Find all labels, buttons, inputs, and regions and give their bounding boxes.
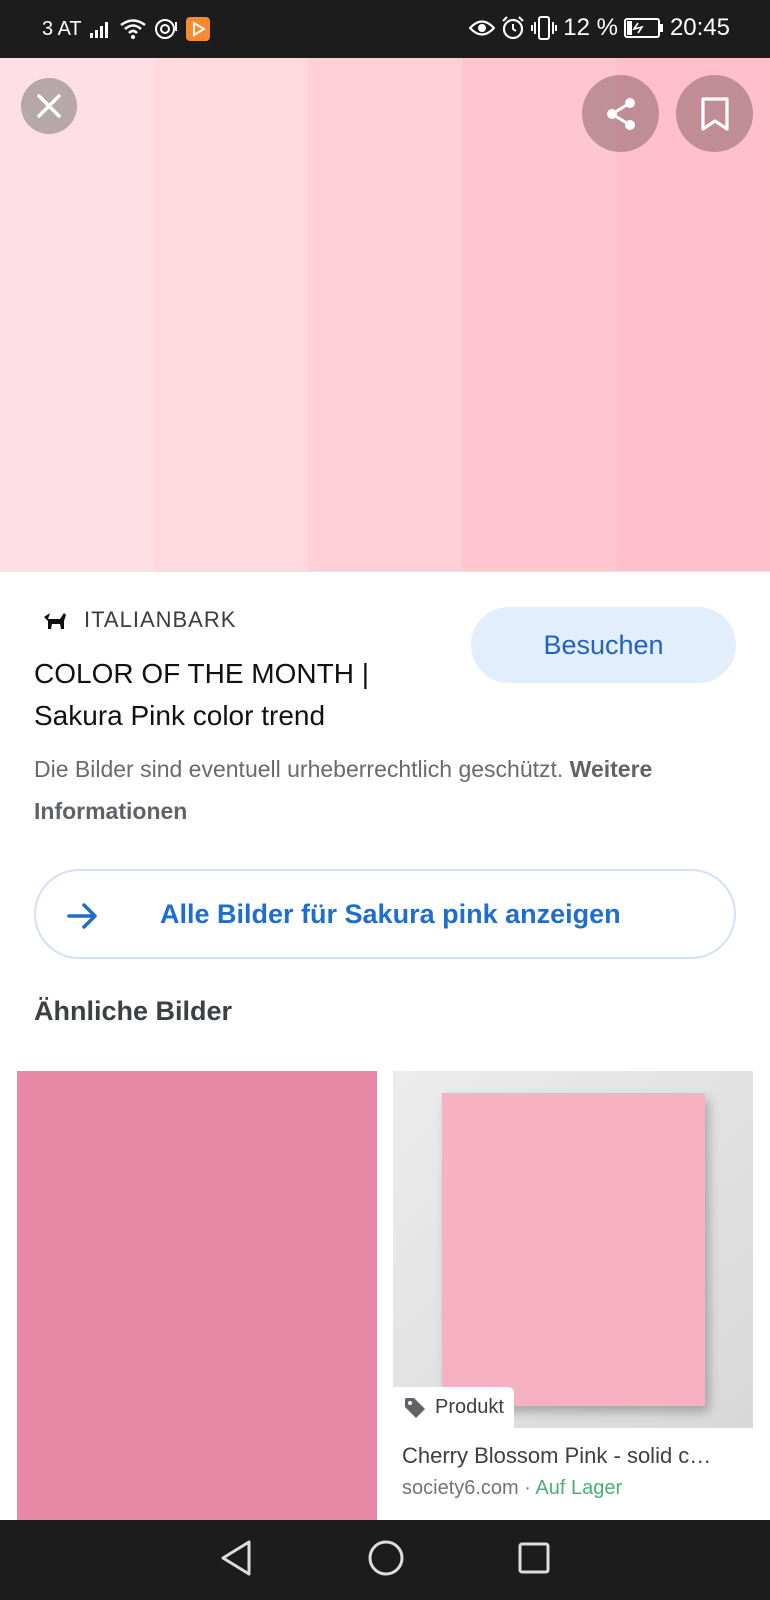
color-swatch (0, 58, 154, 572)
signal-icon (89, 20, 112, 38)
meta-separator: · (518, 1477, 536, 1499)
back-icon (221, 1540, 251, 1575)
status-bar: 3 AT 12 % 20:45 (0, 0, 770, 58)
alarm-icon (501, 16, 525, 40)
share-button[interactable] (582, 75, 659, 152)
clock: 20:45 (669, 14, 730, 41)
copyright-notice: Die Bilder sind eventuell urheberrechtli… (34, 748, 734, 832)
source-name: ITALIANBARK (84, 607, 237, 632)
close-icon (37, 94, 61, 118)
copyright-text: Die Bilder sind eventuell urheberrechtli… (34, 756, 564, 782)
navigation-bar (0, 1520, 770, 1600)
show-all-images-button[interactable]: Alle Bilder für Sakura pink anzeigen (34, 869, 736, 959)
similar-images-heading: Ähnliche Bilder (34, 996, 233, 1026)
home-button[interactable] (367, 1539, 405, 1582)
image-title[interactable]: COLOR OF THE MONTH | Sakura Pink color t… (34, 653, 444, 737)
home-icon (368, 1540, 404, 1575)
recents-icon (518, 1542, 550, 1573)
carrier-label: 3 AT (42, 17, 82, 40)
card-title[interactable]: Cherry Blossom Pink - solid c… (402, 1443, 742, 1469)
bookmark-icon (700, 96, 729, 131)
battery-icon (623, 18, 664, 38)
product-badge: Produkt (393, 1387, 514, 1428)
wifi-icon (119, 19, 146, 39)
visit-button[interactable]: Besuchen (471, 607, 736, 683)
color-swatch (154, 58, 308, 572)
product-image (442, 1093, 705, 1406)
close-button[interactable] (21, 78, 77, 134)
status-right: 12 % 20:45 (469, 14, 730, 42)
battery-percent: 12 % (563, 14, 618, 41)
hotspot-icon (154, 18, 178, 40)
vibrate-icon (531, 16, 558, 40)
source-site[interactable]: ITALIANBARK (42, 607, 236, 633)
card-meta: society6.com · Auf Lager (402, 1477, 622, 1500)
show-all-images-label: Alle Bilder für Sakura pink anzeigen (160, 899, 621, 929)
play-app-icon (185, 17, 210, 41)
color-swatch (308, 58, 462, 572)
eye-icon (469, 19, 496, 37)
stock-status: Auf Lager (535, 1477, 623, 1499)
similar-image-card[interactable] (17, 1071, 377, 1520)
back-button[interactable] (219, 1539, 255, 1582)
arrow-right-icon (67, 903, 97, 929)
hero-image[interactable] (0, 58, 770, 572)
status-left: 3 AT (42, 17, 210, 41)
recents-button[interactable] (517, 1541, 551, 1580)
card-site: society6.com (402, 1477, 519, 1499)
bookmark-button[interactable] (676, 75, 753, 152)
product-badge-label: Produkt (435, 1396, 504, 1418)
share-icon (606, 97, 635, 130)
divider (0, 571, 770, 572)
dog-logo-icon (44, 613, 66, 629)
tag-icon (405, 1397, 425, 1418)
